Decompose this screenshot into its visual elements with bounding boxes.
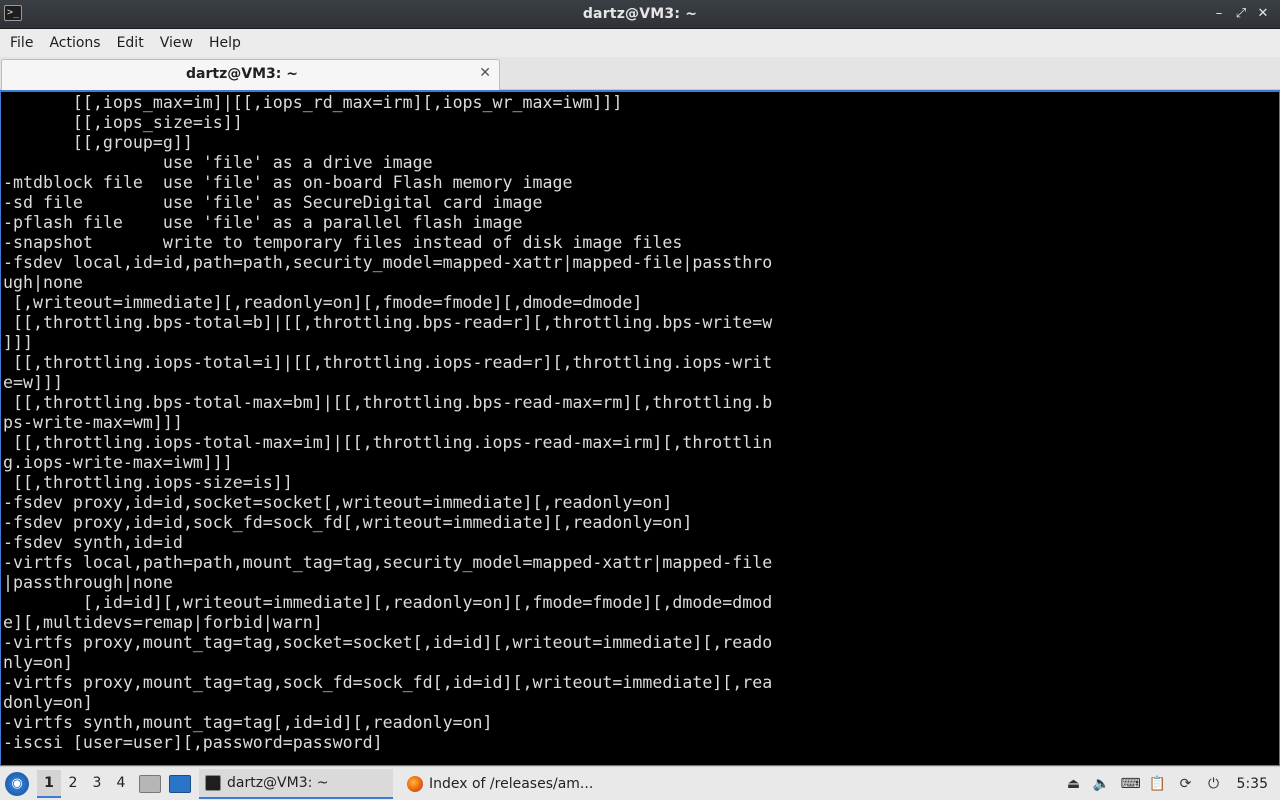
terminal-line: -virtfs local,path=path,mount_tag=tag,se… — [3, 553, 773, 572]
taskbar: ◉ 1 2 3 4 dartz@VM3: ~ Index of /release… — [0, 766, 1280, 800]
clock[interactable]: 5:35 — [1237, 776, 1268, 792]
show-desktop-icon[interactable] — [169, 774, 191, 793]
window-title: dartz@VM3: ~ — [582, 6, 698, 22]
window-titlebar: >_ dartz@VM3: ~ – ⤢ ✕ — [0, 0, 1280, 29]
terminal-line: e=w]]] — [3, 373, 63, 392]
terminal-line: [[,group=g]] — [3, 133, 193, 152]
terminal-line: ugh|none — [3, 273, 83, 292]
terminal-line: [[,iops_max=im]|[[,iops_rd_max=irm][,iop… — [3, 93, 623, 112]
task-firefox-label: Index of /releases/am... — [429, 775, 594, 792]
window-controls: – ⤢ ✕ — [1210, 4, 1272, 24]
menu-actions[interactable]: Actions — [41, 29, 108, 57]
update-icon[interactable]: ⟳ — [1177, 775, 1195, 793]
terminal-line: ]]] — [3, 333, 33, 352]
terminal-line: e][,multidevs=remap|forbid|warn] — [3, 613, 323, 632]
terminal-line: -virtfs proxy,mount_tag=tag,socket=socke… — [3, 633, 773, 652]
terminal-line: -fsdev local,id=id,path=path,security_mo… — [3, 253, 773, 272]
menu-view[interactable]: View — [152, 29, 201, 57]
tab-bar: dartz@VM3: ~ ✕ — [0, 57, 1280, 90]
menu-file[interactable]: File — [2, 29, 41, 57]
terminal-line: [[,throttling.iops-total=i]|[[,throttlin… — [3, 353, 773, 372]
terminal-line: -snapshot write to temporary files inste… — [3, 233, 683, 252]
firefox-icon — [407, 775, 423, 792]
maximize-button[interactable]: ⤢ — [1232, 4, 1250, 24]
volume-icon[interactable]: 🔈 — [1093, 775, 1111, 793]
system-tray: ⏏ 🔈 ⌨ 📋 ⟳ ⏻ 5:35 — [1065, 775, 1280, 793]
keyboard-icon[interactable]: ⌨ — [1121, 775, 1141, 793]
terminal-line: [[,throttling.iops-size=is]] — [3, 473, 293, 492]
terminal-line: [[,iops_size=is]] — [3, 113, 243, 132]
terminal-line: use 'file' as a drive image — [3, 153, 433, 172]
terminal-line: [[,throttling.iops-total-max=im]|[[,thro… — [3, 433, 773, 452]
task-terminal-label: dartz@VM3: ~ — [227, 774, 329, 791]
terminal-line: [[,throttling.bps-total-max=bm]|[[,throt… — [3, 393, 773, 412]
start-menu-icon[interactable]: ◉ — [5, 771, 29, 796]
terminal-line: -fsdev proxy,id=id,sock_fd=sock_fd[,writ… — [3, 513, 693, 532]
terminal-line: nly=on] — [3, 653, 73, 672]
workspace-1[interactable]: 1 — [37, 769, 61, 798]
terminal-view[interactable]: [[,iops_max=im]|[[,iops_rd_max=irm][,iop… — [0, 90, 1280, 766]
file-manager-icon[interactable] — [139, 774, 161, 793]
task-firefox[interactable]: Index of /releases/am... — [401, 769, 601, 799]
terminal-line: -fsdev synth,id=id — [3, 533, 183, 552]
terminal-line: -sd file use 'file' as SecureDigital car… — [3, 193, 543, 212]
terminal-line: [,writeout=immediate][,readonly=on][,fmo… — [3, 293, 643, 312]
terminal-line: -pflash file use 'file' as a parallel fl… — [3, 213, 523, 232]
clipboard-icon[interactable]: 📋 — [1149, 775, 1167, 793]
task-terminal[interactable]: dartz@VM3: ~ — [199, 768, 393, 799]
workspace-3[interactable]: 3 — [85, 770, 109, 798]
terminal-line: -mtdblock file use 'file' as on-board Fl… — [3, 173, 573, 192]
close-button[interactable]: ✕ — [1254, 4, 1272, 24]
terminal-line: -virtfs synth,mount_tag=tag[,id=id][,rea… — [3, 713, 493, 732]
terminal-line: donly=on] — [3, 693, 93, 712]
tab-terminal[interactable]: dartz@VM3: ~ ✕ — [1, 59, 500, 90]
terminal-line: g.iops-write-max=iwm]]] — [3, 453, 233, 472]
quick-launch — [139, 774, 191, 793]
tab-close-icon[interactable]: ✕ — [479, 65, 491, 81]
menu-help[interactable]: Help — [201, 29, 249, 57]
workspace-4[interactable]: 4 — [109, 770, 133, 798]
menu-bar: File Actions Edit View Help — [0, 29, 1280, 57]
terminal-line: ps-write-max=wm]]] — [3, 413, 183, 432]
terminal-line: |passthrough|none — [3, 573, 173, 592]
terminal-line: [[,throttling.bps-total=b]|[[,throttling… — [3, 313, 773, 332]
terminal-output: [[,iops_max=im]|[[,iops_rd_max=irm][,iop… — [3, 93, 772, 753]
terminal-line: -iscsi [user=user][,password=password] — [3, 733, 383, 752]
terminal-line: -fsdev proxy,id=id,socket=socket[,writeo… — [3, 493, 673, 512]
terminal-app-icon[interactable]: >_ — [4, 5, 22, 21]
menu-edit[interactable]: Edit — [109, 29, 152, 57]
terminal-icon — [205, 774, 221, 791]
workspace-switcher: 1 2 3 4 — [37, 769, 133, 798]
terminal-line: -virtfs proxy,mount_tag=tag,sock_fd=sock… — [3, 673, 773, 692]
power-icon[interactable]: ⏻ — [1205, 775, 1223, 793]
tab-label: dartz@VM3: ~ — [186, 66, 298, 82]
terminal-scrollbar[interactable] — [1275, 92, 1279, 765]
workspace-2[interactable]: 2 — [61, 770, 85, 798]
minimize-button[interactable]: – — [1210, 4, 1228, 24]
eject-icon[interactable]: ⏏ — [1065, 775, 1083, 793]
terminal-line: [,id=id][,writeout=immediate][,readonly=… — [3, 593, 773, 612]
